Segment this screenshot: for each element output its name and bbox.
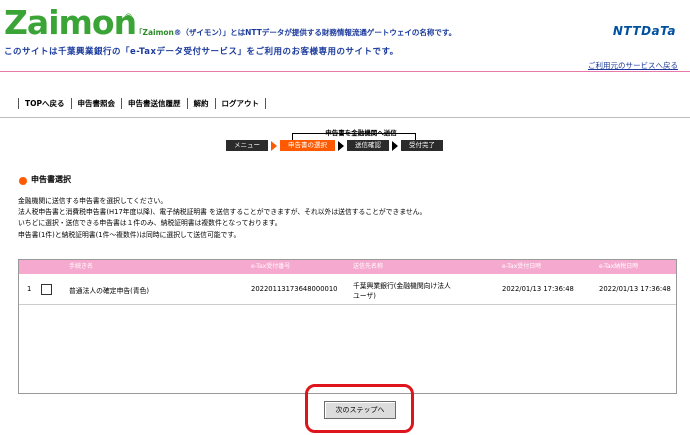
ntt-data-logo: NTTDaTa — [612, 24, 676, 38]
nav-separator — [70, 97, 72, 109]
return-to-service-link[interactable]: ご利用元のサービスへ戻る — [588, 60, 678, 71]
step-complete: 受付完了 — [401, 140, 443, 151]
next-step-button[interactable]: 次のステップへ — [324, 401, 396, 419]
instruction-line: 法人税申告書と消費税申告書(H17年度以降)、電子納税証明書 を送信することがで… — [18, 208, 427, 217]
bullet-circle-icon — [19, 177, 27, 185]
nav-separator — [186, 97, 188, 109]
step-arrow-icon — [271, 140, 277, 151]
top-nav: TOPへ戻る 申告書照会 申告書送信履歴 解約 ログアウト — [12, 96, 272, 110]
table-row[interactable]: 1 普通法人の確定申告(青色) 20220113173648000010 千葉興… — [19, 280, 676, 305]
col-received-at: e-Tax受付日時 — [502, 263, 542, 270]
destination-line1: 千葉興業銀行(金融機関向け法人 — [353, 282, 451, 290]
col-receipt-number: e-Tax受付番号 — [251, 263, 291, 270]
nav-separator — [214, 97, 216, 109]
receipt-number: 20220113173648000010 — [251, 285, 338, 293]
tagline: 「Zaimon®（ザイモン）」とはNTTデータが提供する財務情報流通ゲートウェイ… — [135, 27, 456, 38]
header-divider — [0, 71, 690, 72]
nav-send-history[interactable]: 申告書送信履歴 — [128, 98, 181, 109]
nav-divider — [0, 117, 690, 118]
step-group-bracket — [292, 133, 416, 140]
nav-separator — [18, 97, 19, 109]
instructions: 金融機関に送信する申告書を選択してください。 法人税申告書と消費税申告書(H17… — [18, 196, 426, 241]
returns-table: 手続き名 e-Tax受付番号 送信先名称 e-Tax受付日時 e-Tax納税日時… — [18, 259, 677, 394]
zaimon-logo: Zaimon — [4, 3, 137, 42]
step-confirm-send: 送信確認 — [347, 140, 389, 151]
procedure-name: 普通法人の確定申告(青色) — [69, 287, 150, 295]
col-paid-at: e-Tax納税日時 — [599, 263, 639, 270]
nav-top[interactable]: TOPへ戻る — [25, 98, 65, 109]
step-select-return: 申告書の選択 — [280, 140, 335, 151]
nav-return-inquiry[interactable]: 申告書照会 — [78, 98, 116, 109]
section-title: 申告書選択 — [31, 175, 71, 184]
row-index: 1 — [27, 285, 32, 293]
registered-mark: ® — [124, 13, 133, 23]
nav-cancel-contract[interactable]: 解約 — [194, 98, 209, 109]
step-arrow-icon — [392, 140, 398, 151]
instruction-line: いちどに選択・送信できる申告書は１件のみ、納税証明書は複数件となっております。 — [18, 219, 282, 228]
nav-logout[interactable]: ログアウト — [222, 98, 260, 109]
site-notice: このサイトは千葉興業銀行の「e-Taxデータ受付サービス」をご利用のお客様専用の… — [4, 47, 399, 57]
nav-separator — [265, 97, 266, 109]
step-indicator: メニュー 申告書の選択 送信確認 受付完了 — [226, 140, 443, 151]
received-at: 2022/01/13 17:36:48 — [502, 285, 574, 293]
tagline-brand: 「Zaimon — [135, 28, 174, 37]
tagline-text: ®（ザイモン）」とはNTTデータが提供する財務情報流通ゲートウェイの名称です。 — [173, 28, 457, 37]
nav-separator — [121, 97, 122, 109]
col-destination: 送信先名称 — [353, 263, 384, 270]
step-menu: メニュー — [226, 140, 268, 151]
step-arrow-icon — [338, 140, 344, 151]
col-procedure-name: 手続き名 — [69, 263, 94, 270]
destination-line2: ユーザ) — [353, 292, 376, 300]
paid-at: 2022/01/13 17:36:48 — [599, 285, 671, 293]
row-select-checkbox[interactable] — [41, 284, 52, 295]
instruction-line: 申告書(1件)と納税証明書(1件～複数件)は同時に選択して送信可能です。 — [18, 230, 241, 239]
instruction-line: 金融機関に送信する申告書を選択してください。 — [18, 197, 168, 205]
table-header: 手続き名 e-Tax受付番号 送信先名称 e-Tax受付日時 e-Tax納税日時 — [19, 260, 676, 274]
